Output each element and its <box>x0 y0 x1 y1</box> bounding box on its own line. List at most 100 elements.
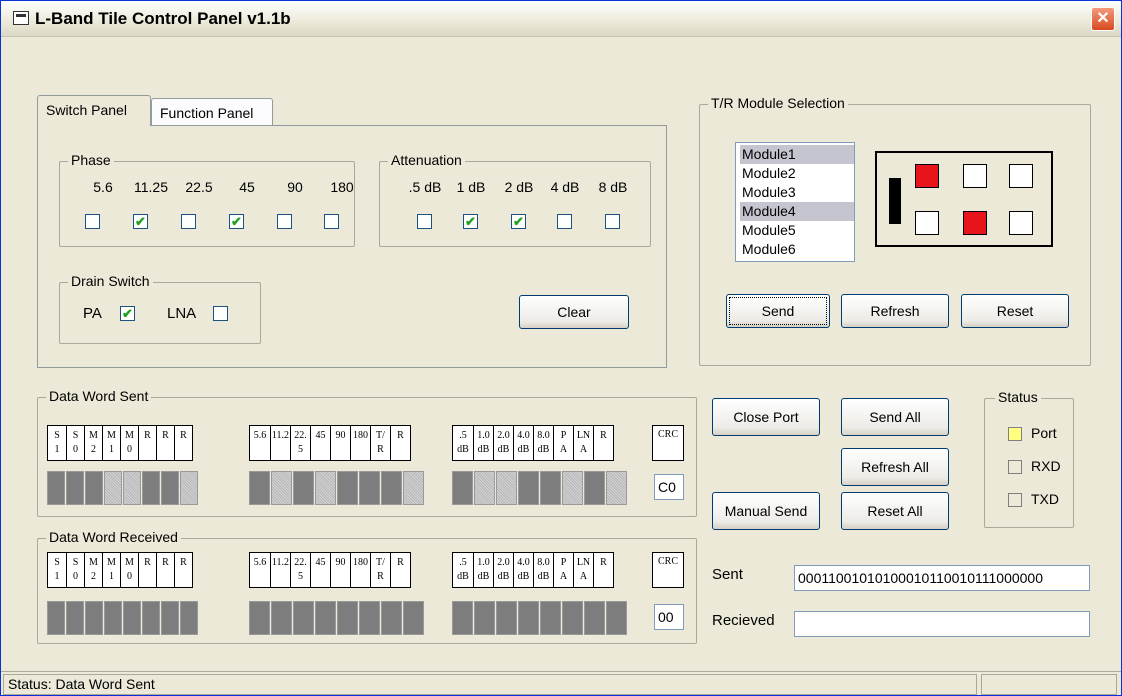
module-list-item-2[interactable]: Module2 <box>740 164 854 183</box>
data_word_received-header-g2: 5.6 11.2 22. 5 45 90 180 T/ RR <box>249 552 411 588</box>
phase-checkbox-3[interactable] <box>229 214 244 229</box>
data_word_sent-bit-led <box>474 471 495 505</box>
module-list-item-5[interactable]: Module5 <box>740 221 854 240</box>
refresh-button[interactable]: Refresh <box>841 294 949 328</box>
module-square-4[interactable] <box>915 211 939 235</box>
data_word_received-header-cell: 22. 5 <box>290 553 310 587</box>
window-title: L-Band Tile Control Panel v1.1b <box>35 9 291 28</box>
close-button[interactable]: ✕ <box>1091 7 1115 31</box>
pa-checkbox[interactable] <box>120 306 135 321</box>
send-all-button[interactable]: Send All <box>841 398 949 436</box>
tab-function-panel[interactable]: Function Panel <box>151 98 273 126</box>
module-list-item-4[interactable]: Module4 <box>740 202 854 221</box>
attenuation-label-2: 2 dB <box>504 179 534 195</box>
data_word_received-header-g1: S 1S 0M 2M 1M 0RRR <box>47 552 193 588</box>
reset-all-button[interactable]: Reset All <box>841 492 949 530</box>
data_word_sent-header-g2: 5.6 11.2 22. 5 45 90 180 T/ RR <box>249 425 411 461</box>
module-square-3[interactable] <box>1009 164 1033 188</box>
data_word_received-header-cell: 45 <box>310 553 330 587</box>
manual-send-button[interactable]: Manual Send <box>712 492 820 530</box>
data_word_sent-bit-led <box>104 471 122 505</box>
attenuation-checkbox-0[interactable] <box>417 214 432 229</box>
data_word_sent-header-g1: S 1S 0M 2M 1M 0RRR <box>47 425 193 461</box>
data_word_received-bit-led <box>452 601 473 635</box>
data_word_sent-header-cell: 2.0 dB <box>493 426 513 460</box>
attenuation-label-0: .5 dB <box>408 179 442 195</box>
module-list-item-6[interactable]: Module6 <box>740 240 854 259</box>
lna-checkbox[interactable] <box>213 306 228 321</box>
module-square-6[interactable] <box>1009 211 1033 235</box>
data_word_sent-bits-g1 <box>47 471 199 505</box>
module-square-5[interactable] <box>963 211 987 235</box>
data_word_received-header-g3: .5 dB 1.0 dB 2.0 dB 4.0 dB 8.0 dB P A LN AR <box>452 552 614 588</box>
data-word-sent-label: Data Word Sent <box>46 388 152 404</box>
reset-button[interactable]: Reset <box>961 294 1069 328</box>
title-bar[interactable]: L-Band Tile Control Panel v1.1b ✕ <box>1 1 1121 37</box>
tr-module-label: T/R Module Selection <box>708 95 848 111</box>
module-square-1[interactable] <box>915 164 939 188</box>
status-bar: Status: Data Word Sent <box>1 671 1121 696</box>
module-square-2[interactable] <box>963 164 987 188</box>
attenuation-label-4: 8 dB <box>598 179 628 195</box>
data_word_received-bit-led <box>123 601 141 635</box>
tab-switch-panel[interactable]: Switch Panel <box>37 95 151 126</box>
refresh-all-button[interactable]: Refresh All <box>841 448 949 486</box>
data_word_received-crc-header: CRC <box>652 552 684 588</box>
tile-bar <box>889 178 901 224</box>
data_word_sent-bits-g2 <box>249 471 425 505</box>
data_word_received-bits-g2 <box>249 601 425 635</box>
attenuation-checkbox-4[interactable] <box>605 214 620 229</box>
data_word_sent-bit-led <box>123 471 141 505</box>
data_word_sent-header-cell: P A <box>553 426 573 460</box>
data_word_received-header-cell: M 0 <box>120 553 138 587</box>
phase-checkbox-5[interactable] <box>324 214 339 229</box>
data_word_received-header-cell: R <box>174 553 192 587</box>
phase-checkbox-0[interactable] <box>85 214 100 229</box>
received-field[interactable] <box>794 611 1090 637</box>
close-port-button[interactable]: Close Port <box>712 398 820 436</box>
data_word_received-header-cell: 4.0 dB <box>513 553 533 587</box>
module-list-item-1[interactable]: Module1 <box>740 145 854 164</box>
phase-checkbox-1[interactable] <box>133 214 148 229</box>
data_word_received-bit-led <box>359 601 380 635</box>
data_word_received-bit-led <box>142 601 160 635</box>
data_word_sent-header-cell: 90 <box>330 426 350 460</box>
data_word_sent-header-cell: 22. 5 <box>290 426 310 460</box>
data_word_sent-header-cell: R <box>174 426 192 460</box>
phase-checkbox-2[interactable] <box>181 214 196 229</box>
data_word_received-bit-led <box>180 601 198 635</box>
data_word_received-header-cell: R <box>138 553 156 587</box>
data_word_sent-bit-led <box>518 471 539 505</box>
module-list-item-3[interactable]: Module3 <box>740 183 854 202</box>
data_word_sent-bit-led <box>562 471 583 505</box>
data_word_received-header-cell: S 0 <box>66 553 84 587</box>
data_word_received-header-cell: M 2 <box>84 553 102 587</box>
clear-button[interactable]: Clear <box>519 295 629 329</box>
rxd-label: RXD <box>1031 458 1061 474</box>
data_word_received-bit-led <box>271 601 292 635</box>
data_word_received-header-cell: R <box>156 553 174 587</box>
attenuation-checkbox-3[interactable] <box>557 214 572 229</box>
data_word_sent-header-cell: M 1 <box>102 426 120 460</box>
data_word_sent-bit-led <box>452 471 473 505</box>
data_word_sent-bit-led <box>161 471 179 505</box>
port-label: Port <box>1031 425 1057 441</box>
data_word_sent-bit-led <box>359 471 380 505</box>
attenuation-checkbox-2[interactable] <box>511 214 526 229</box>
data_word_received-bits-g1 <box>47 601 199 635</box>
data_word_sent-bit-led <box>403 471 424 505</box>
data_word_sent-header-cell: LN A <box>573 426 593 460</box>
send-button[interactable]: Send <box>726 294 830 328</box>
data_word_sent-bit-led <box>249 471 270 505</box>
attenuation-group-label: Attenuation <box>388 152 465 168</box>
data_word_received-bit-led <box>47 601 65 635</box>
attenuation-checkbox-1[interactable] <box>463 214 478 229</box>
phase-checkbox-4[interactable] <box>277 214 292 229</box>
module-listbox[interactable]: Module1 Module2 Module3 Module4 Module5 Modul… <box>735 142 855 262</box>
phase-label-5: 180 <box>330 179 354 195</box>
phase-label-2: 22.5 <box>185 179 213 195</box>
sent-field[interactable]: 00011001010100010110010111000000 <box>794 565 1090 591</box>
phase-label-0: 5.6 <box>93 179 113 195</box>
data_word_received-header-cell: 180 <box>350 553 370 587</box>
data_word_sent-bit-led <box>606 471 627 505</box>
